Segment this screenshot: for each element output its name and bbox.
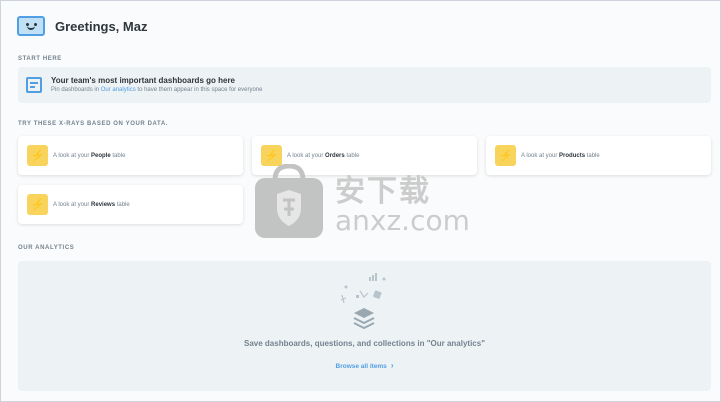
pin-banner-sub-prefix: Pin dashboards in (51, 87, 100, 93)
pin-banner-title: Your team's most important dashboards go… (51, 76, 236, 85)
shopping-bag-logo-icon (255, 164, 323, 238)
bolt-icon: ⚡ (27, 194, 48, 215)
greeting-title: Greetings, Maz (55, 18, 148, 34)
watermark: 安下载 anxz.com (253, 164, 470, 242)
dashboard-icon (26, 77, 42, 93)
browse-all-items-label: Browse all items (335, 363, 387, 370)
pin-dashboards-banner: Your team's most important dashboards go… (18, 67, 711, 103)
bolt-icon: ⚡ (495, 145, 516, 166)
our-analytics-label: OUR ANALYTICS (18, 245, 75, 251)
our-analytics-link[interactable]: Our analytics (101, 87, 136, 93)
start-here-label: START HERE (18, 56, 62, 62)
xray-card-products[interactable]: ⚡ A look at your Products table (486, 136, 711, 175)
watermark-en-text: anxz.com (335, 204, 470, 237)
xray-card-people[interactable]: ⚡ A look at your People table (18, 136, 243, 175)
xray-card-text: A look at your Reviews table (53, 201, 130, 208)
smiley-monitor-icon (17, 16, 45, 36)
pin-banner-subtitle: Pin dashboards in Our analytics to have … (51, 86, 262, 95)
greeting-header: Greetings, Maz (17, 13, 147, 39)
xray-card-text: A look at your Products table (521, 152, 600, 159)
xray-card-text: A look at your Orders table (287, 152, 360, 159)
xrays-label: TRY THESE X-RAYS BASED ON YOUR DATA. (18, 121, 169, 127)
xray-card-text: A look at your People table (53, 152, 126, 159)
bolt-icon: ⚡ (27, 145, 48, 166)
collection-empty-icon (340, 273, 386, 330)
our-analytics-empty-state: Save dashboards, questions, and collecti… (18, 261, 711, 391)
app-frame: Greetings, Maz START HERE Your team's mo… (0, 0, 721, 402)
pin-banner-sub-suffix: to have them appear in this space for ev… (137, 87, 263, 93)
bolt-icon: ⚡ (261, 145, 282, 166)
browse-all-items-link[interactable]: Browse all items › (18, 361, 711, 370)
xray-card-reviews[interactable]: ⚡ A look at your Reviews table (18, 185, 243, 224)
empty-state-message: Save dashboards, questions, and collecti… (244, 339, 485, 348)
chevron-right-icon: › (390, 361, 394, 370)
